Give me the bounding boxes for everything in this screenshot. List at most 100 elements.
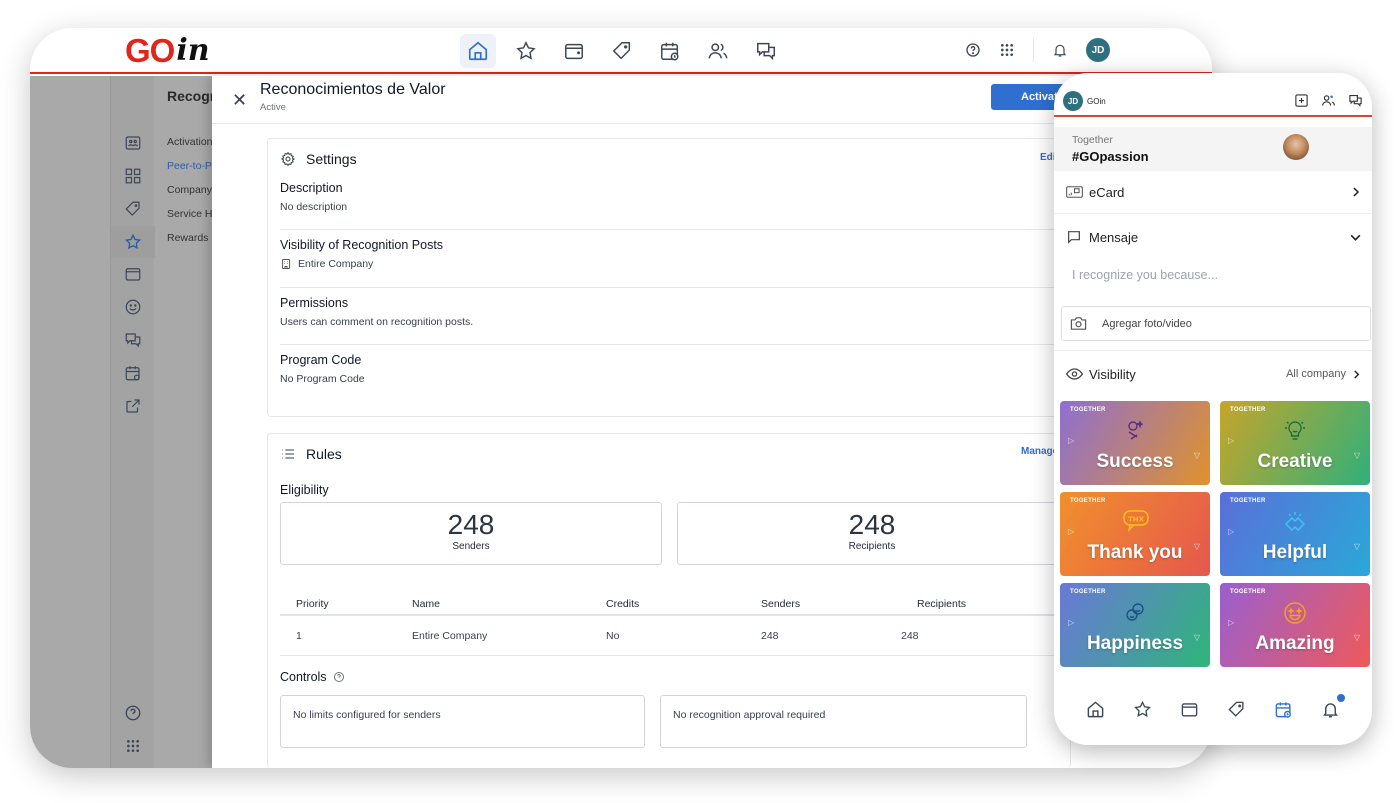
phone-header: JD GOin: [1054, 73, 1372, 117]
ecard-success[interactable]: TOGETHER ▷ ▽ Success: [1060, 401, 1210, 485]
ecard-creative[interactable]: TOGETHER ▷ ▽ Creative: [1220, 401, 1370, 485]
ecard-row[interactable]: eCard: [1054, 181, 1372, 203]
column-header: Recipients: [917, 598, 967, 610]
users-icon[interactable]: [1321, 93, 1336, 108]
ecard-amazing[interactable]: TOGETHER ▷ ▽ Amazing: [1220, 583, 1370, 667]
decor: ▷: [1068, 436, 1075, 445]
add-icon[interactable]: [1294, 93, 1309, 108]
bell-icon[interactable]: [1052, 42, 1068, 58]
camera-icon: [1070, 317, 1087, 330]
rail-tag[interactable]: [123, 199, 143, 219]
senders-stat: 248 Senders: [280, 502, 662, 565]
tag-icon: [1228, 701, 1244, 717]
message-input[interactable]: I recognize you because...: [1072, 268, 1218, 282]
column-header: Priority: [296, 598, 329, 610]
tag-icon: [125, 201, 140, 216]
section-value: No Program Code: [280, 373, 365, 385]
rail-help[interactable]: [123, 703, 143, 723]
bottom-nav-bell[interactable]: [1320, 694, 1345, 720]
calendar-clock-icon: [1275, 701, 1291, 718]
phone-bottom-nav: [1054, 694, 1372, 720]
home-icon: [468, 41, 488, 61]
bottom-nav-tag[interactable]: [1226, 698, 1248, 720]
decor: ▷: [1068, 527, 1075, 536]
user-avatar[interactable]: JD: [1086, 38, 1110, 62]
topnav-calendar[interactable]: [652, 34, 688, 68]
trophy-icon: [1128, 420, 1143, 440]
topnav-tag[interactable]: [604, 34, 640, 68]
rail-smile[interactable]: [123, 297, 143, 317]
rail-wallet[interactable]: [123, 264, 143, 284]
recipients-label: Recipients: [848, 541, 896, 552]
bottom-nav-home[interactable]: [1085, 698, 1107, 720]
help-icon: [125, 705, 141, 721]
approval-box: No recognition approval required: [660, 695, 1027, 748]
star-icon: [124, 233, 142, 250]
ecard-tag: TOGETHER: [1230, 407, 1266, 413]
column-header: Senders: [761, 598, 801, 610]
rail-dashboard[interactable]: [123, 166, 143, 186]
grid-icon[interactable]: [999, 42, 1015, 58]
visibility-value: All company: [1286, 368, 1346, 380]
topnav-home[interactable]: [460, 34, 496, 68]
manage-link[interactable]: Manage: [1021, 446, 1058, 457]
visibility-row[interactable]: Visibility All company: [1054, 363, 1372, 385]
rail-team-board[interactable]: [123, 133, 143, 153]
visibility-label: Visibility: [1089, 366, 1136, 382]
chat-icon[interactable]: [1348, 93, 1363, 108]
rail-chat[interactable]: [123, 330, 143, 350]
close-icon[interactable]: ✕: [232, 90, 247, 111]
visibility-value-group: All company: [1286, 368, 1362, 380]
rules-card: Rules Manage Eligibility 248 Senders 248…: [267, 433, 1072, 768]
table-row[interactable]: 1 Entire Company No 248 248: [280, 616, 1072, 656]
divider: [1054, 213, 1372, 214]
dashboard-icon: [125, 168, 141, 184]
subnav-item[interactable]: Company: [167, 184, 213, 208]
divider: [280, 287, 1070, 288]
subnav-item[interactable]: Rewards: [167, 232, 213, 256]
rail-star-selected[interactable]: [111, 226, 155, 258]
gear-icon: [281, 151, 296, 167]
topnav-wallet[interactable]: [556, 34, 592, 68]
stage: GO in JD Recogn Activation Peer-to-P Com…: [0, 0, 1394, 803]
subnav-item[interactable]: Service H: [167, 208, 213, 232]
add-photo-label: Agregar foto/video: [1102, 318, 1192, 330]
section-label: Description: [280, 181, 343, 195]
recipient-photo[interactable]: [1283, 134, 1309, 160]
ecard-thank-you[interactable]: TOGETHER THX ▷ ▽ Thank you: [1060, 492, 1210, 576]
subnav-item-active[interactable]: Peer-to-P: [167, 160, 213, 184]
rail-external-link[interactable]: [123, 396, 143, 416]
top-right-actions: JD: [965, 38, 1110, 62]
goin-logo[interactable]: GO in: [125, 34, 210, 68]
topnav-people[interactable]: [700, 34, 736, 68]
ecard-helpful[interactable]: TOGETHER ▷ ▽ Helpful: [1220, 492, 1370, 576]
mensaje-row[interactable]: Mensaje: [1054, 226, 1372, 248]
rail-calendar[interactable]: [123, 363, 143, 383]
topnav-chat[interactable]: [748, 34, 784, 68]
ecard-tag: TOGETHER: [1070, 498, 1106, 504]
bottom-nav-wallet[interactable]: [1179, 698, 1201, 720]
rail-apps[interactable]: [123, 736, 143, 756]
ecard-label: eCard: [1089, 184, 1125, 200]
cell-name: Entire Company: [412, 630, 488, 642]
wallet-icon: [1181, 702, 1198, 717]
chat-icon: [757, 42, 775, 61]
phone-avatar[interactable]: JD: [1063, 91, 1083, 111]
ecard-name: Helpful: [1262, 542, 1328, 563]
handshake-icon: [1285, 512, 1305, 531]
sidebar-rail: [110, 76, 155, 768]
ecard-tag: TOGETHER: [1070, 407, 1106, 413]
help-icon[interactable]: [965, 42, 981, 58]
add-photo-button[interactable]: Agregar foto/video: [1061, 306, 1371, 341]
phone-mockup: JD GOin Together #GOpassion eCard Mensaj…: [1054, 73, 1372, 745]
bottom-nav-star[interactable]: [1132, 698, 1154, 720]
ecard-happiness[interactable]: TOGETHER ▷ ▽ Happiness: [1060, 583, 1210, 667]
help-icon[interactable]: [333, 671, 345, 683]
bottom-nav-calendar-active[interactable]: [1273, 698, 1295, 720]
decor: ▷: [1228, 618, 1235, 627]
star-icon: [1134, 700, 1151, 717]
topnav-star[interactable]: [508, 34, 544, 68]
subnav-item[interactable]: Activation: [167, 136, 213, 160]
wallet-icon: [565, 43, 583, 60]
section-value: No description: [280, 201, 348, 213]
